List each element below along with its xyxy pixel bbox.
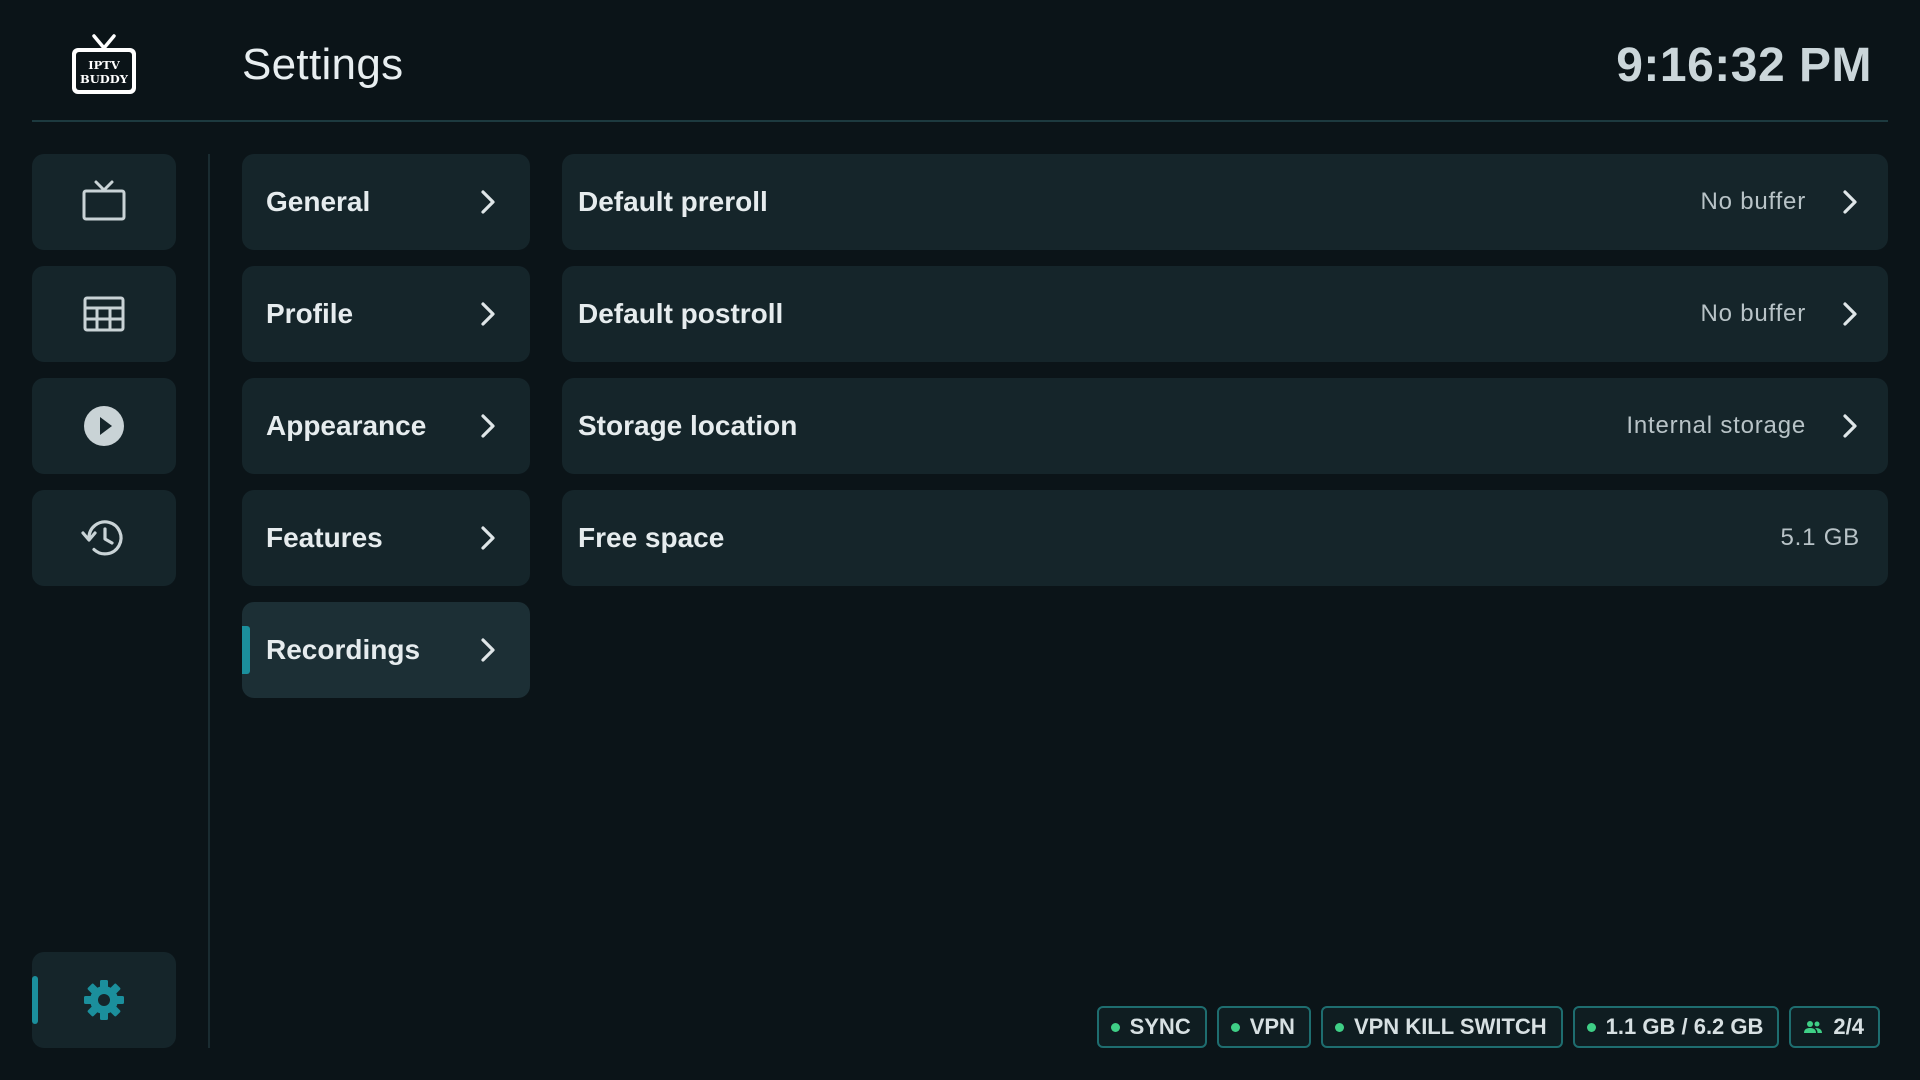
category-label: General (266, 186, 371, 217)
history-icon (81, 520, 123, 556)
category-label: Recordings (266, 634, 421, 665)
category-label: Features (266, 522, 383, 553)
setting-value: Internal storage (1626, 412, 1806, 439)
setting-value: No buffer (1700, 188, 1806, 215)
status-label: 2/4 (1833, 1014, 1864, 1039)
chevron-right-icon (481, 526, 495, 550)
status-chip-vpn: VPN (1216, 1006, 1311, 1048)
setting-value: No buffer (1700, 300, 1806, 327)
rail-live-tv-button[interactable] (32, 154, 176, 250)
category-profile[interactable]: Profile (242, 266, 530, 362)
status-label: 1.1 GB / 6.2 GB (1605, 1014, 1764, 1039)
iptv-buddy-logo-icon: IPTV BUDDY (72, 34, 136, 94)
grid-icon (83, 296, 125, 332)
category-label: Appearance (266, 410, 427, 441)
setting-value: 5.1 GB (1780, 524, 1860, 551)
status-label: VPN (1249, 1014, 1295, 1039)
setting-storage-location[interactable]: Storage location Internal storage (562, 378, 1888, 474)
chevron-right-icon (481, 190, 495, 214)
chevron-right-icon (481, 302, 495, 326)
status-chip-vpn-kill-switch: VPN KILL SWITCH (1320, 1006, 1563, 1048)
gear-icon (84, 980, 124, 1020)
settings-screen: IPTV BUDDY Settings 9:16:32 PM General P… (0, 0, 1920, 1080)
setting-label: Default preroll (578, 186, 768, 217)
category-general[interactable]: General (242, 154, 530, 250)
setting-label: Free space (578, 522, 725, 553)
app-logo: IPTV BUDDY (70, 32, 138, 96)
chevron-right-icon (481, 638, 495, 662)
status-label: SYNC (1129, 1014, 1191, 1039)
tv-icon (82, 180, 126, 221)
setting-free-space: Free space 5.1 GB (562, 490, 1888, 586)
users-icon (1804, 1021, 1823, 1033)
status-bar: SYNC VPN VPN KILL SWITCH 1.1 GB / 6.2 GB… (1096, 1006, 1880, 1048)
chevron-right-icon (1843, 414, 1857, 438)
clock: 9:16:32 PM (1616, 39, 1872, 92)
status-dot-icon (1334, 1022, 1344, 1032)
category-recordings[interactable]: Recordings (242, 602, 530, 698)
category-features[interactable]: Features (242, 490, 530, 586)
play-icon (84, 406, 124, 446)
setting-label: Default postroll (578, 298, 784, 329)
chevron-right-icon (1843, 190, 1857, 214)
chevron-right-icon (1843, 302, 1857, 326)
logo-text-line-2: BUDDY (80, 72, 129, 86)
rail-guide-button[interactable] (32, 266, 176, 362)
setting-label: Storage location (578, 410, 798, 441)
rail-settings-button[interactable] (32, 952, 176, 1048)
header: IPTV BUDDY Settings 9:16:32 PM (0, 0, 1920, 122)
logo-text-line-1: IPTV (88, 58, 121, 72)
setting-default-postroll[interactable]: Default postroll No buffer (562, 266, 1888, 362)
active-indicator (32, 976, 38, 1024)
status-chip-connections: 2/4 (1789, 1006, 1880, 1048)
setting-default-preroll[interactable]: Default preroll No buffer (562, 154, 1888, 250)
status-chip-memory: 1.1 GB / 6.2 GB (1572, 1006, 1780, 1048)
status-chip-sync: SYNC (1096, 1006, 1207, 1048)
category-label: Profile (266, 298, 354, 329)
rail-vod-button[interactable] (32, 378, 176, 474)
rail-history-button[interactable] (32, 490, 176, 586)
rail-divider (208, 154, 210, 1048)
status-label: VPN KILL SWITCH (1353, 1014, 1547, 1039)
status-dot-icon (1230, 1022, 1240, 1032)
selected-indicator (242, 626, 250, 674)
category-appearance[interactable]: Appearance (242, 378, 530, 474)
status-dot-icon (1586, 1022, 1596, 1032)
chevron-right-icon (481, 414, 495, 438)
page-title: Settings (242, 40, 404, 89)
status-dot-icon (1110, 1022, 1120, 1032)
header-divider (32, 120, 1888, 122)
